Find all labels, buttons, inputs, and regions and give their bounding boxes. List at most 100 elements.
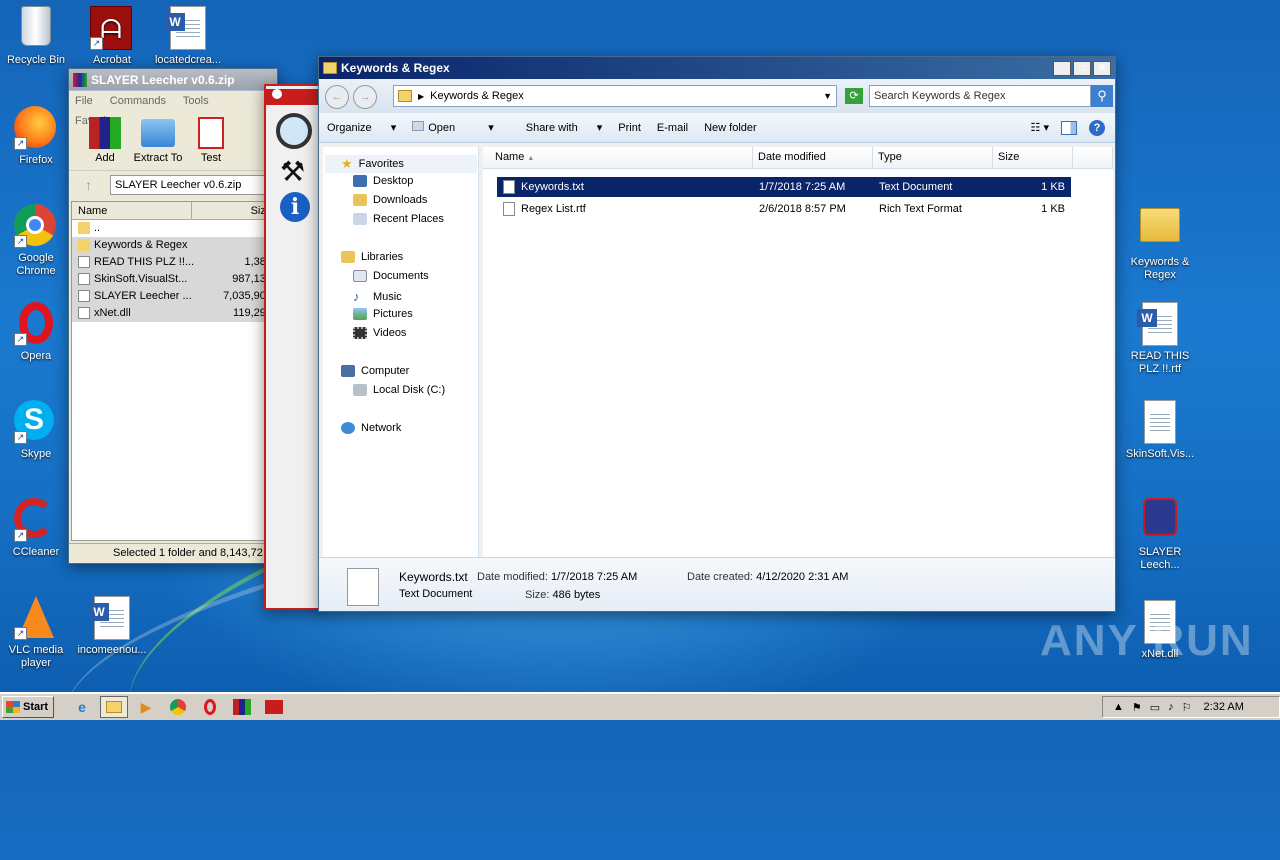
desktop-icon-recycle-bin[interactable]: Recycle Bin bbox=[0, 6, 72, 67]
back-button[interactable]: ← bbox=[325, 85, 349, 109]
chrome-taskbar-icon[interactable] bbox=[164, 696, 192, 718]
disk-icon bbox=[353, 384, 367, 396]
desktop-icon-skype[interactable]: S ↗ Skype bbox=[0, 400, 72, 461]
pictures-icon bbox=[353, 308, 367, 320]
col-name[interactable]: Name bbox=[72, 202, 192, 219]
nav-downloads[interactable]: Downloads bbox=[353, 194, 427, 206]
start-button[interactable]: Start bbox=[2, 696, 54, 718]
table-row[interactable]: SkinSoft.VisualSt... 987,136 bbox=[72, 271, 276, 288]
menu-tools[interactable]: Tools bbox=[183, 95, 209, 107]
help-icon[interactable]: ? bbox=[1089, 119, 1105, 136]
slayer-titlebar[interactable] bbox=[266, 89, 322, 105]
nav-libraries[interactable]: Libraries bbox=[341, 251, 403, 263]
winrar-path-bar: ↑ SLAYER Leecher v0.6.zip bbox=[69, 171, 277, 199]
close-button[interactable]: ✕ bbox=[1093, 60, 1111, 76]
table-row[interactable]: .. bbox=[72, 220, 276, 237]
extract-to-button[interactable]: Extract To bbox=[127, 111, 189, 170]
desktop-icon-acrobat[interactable]: ᗩ ↗ Acrobat bbox=[76, 6, 148, 67]
tray-expand-icon[interactable]: ▲ bbox=[1113, 701, 1124, 713]
up-arrow-icon[interactable]: ↑ bbox=[85, 177, 92, 193]
opera-taskbar-icon[interactable] bbox=[196, 696, 224, 718]
explorer-titlebar[interactable]: Keywords & Regex _ □ ✕ bbox=[319, 57, 1115, 79]
print-button[interactable]: Print bbox=[618, 122, 641, 134]
desktop-icon-keywords-regex[interactable]: Keywords & Regex bbox=[1124, 204, 1196, 282]
nav-documents[interactable]: Documents bbox=[353, 270, 429, 282]
nav-videos[interactable]: Videos bbox=[353, 327, 406, 339]
desktop-icon-slayer[interactable]: SLAYER Leech... bbox=[1124, 498, 1196, 572]
preview-pane-icon[interactable] bbox=[1061, 120, 1077, 135]
table-row[interactable]: SLAYER Leecher ... 7,035,904 bbox=[72, 288, 276, 305]
winrar-window[interactable]: SLAYER Leecher v0.6.zip File Commands To… bbox=[68, 68, 278, 564]
minimize-button[interactable]: _ bbox=[1053, 60, 1071, 76]
breadcrumb[interactable]: Keywords & Regex bbox=[430, 90, 524, 102]
table-row[interactable]: Keywords & Regex bbox=[72, 237, 276, 254]
nav-recent-places[interactable]: Recent Places bbox=[353, 213, 444, 225]
email-button[interactable]: E-mail bbox=[657, 122, 688, 134]
desktop-icon-vlc[interactable]: ↗ VLC media player bbox=[0, 596, 72, 670]
desktop-icon-ccleaner[interactable]: ↗ CCleaner bbox=[0, 498, 72, 559]
nav-computer[interactable]: Computer bbox=[341, 365, 409, 377]
col-type[interactable]: Type bbox=[873, 147, 993, 169]
desktop-icon-firefox[interactable]: ↗ Firefox bbox=[0, 106, 72, 167]
slayer-window[interactable]: ⚒ i bbox=[264, 84, 324, 610]
info-icon[interactable]: i bbox=[280, 192, 310, 222]
nav-pictures[interactable]: Pictures bbox=[353, 308, 413, 320]
maximize-button[interactable]: □ bbox=[1073, 60, 1091, 76]
details-modified: 1/7/2018 7:25 AM bbox=[551, 571, 638, 583]
table-row[interactable]: xNet.dll 119,296 bbox=[72, 305, 276, 322]
desktop-icon-locatedcrea[interactable]: W locatedcrea... bbox=[152, 6, 224, 67]
add-button[interactable]: Add bbox=[83, 111, 127, 170]
file-row[interactable]: Keywords.txt 1/7/2018 7:25 AM Text Documen… bbox=[497, 177, 1071, 197]
winrar-taskbar-icon[interactable] bbox=[228, 696, 256, 718]
menu-file[interactable]: File bbox=[75, 95, 93, 107]
table-row[interactable]: READ THIS PLZ !!... 1,385 bbox=[72, 254, 276, 271]
network-tray-icon[interactable]: ▭ bbox=[1150, 701, 1160, 714]
test-button[interactable]: Test bbox=[189, 111, 233, 170]
nav-desktop[interactable]: Desktop bbox=[353, 175, 413, 187]
volume-icon[interactable]: ♪ bbox=[1168, 701, 1174, 713]
desktop-icon-chrome[interactable]: ↗ Google Chrome bbox=[0, 204, 72, 278]
media-player-icon[interactable]: ▶ bbox=[132, 696, 160, 718]
search-tool-icon[interactable] bbox=[276, 113, 312, 149]
search-input[interactable]: Search Keywords & Regex bbox=[869, 85, 1091, 107]
slayer-taskbar-icon[interactable] bbox=[260, 696, 288, 718]
desktop-icon-skinsoft[interactable]: SkinSoft.Vis... bbox=[1124, 400, 1196, 461]
desktop-icon-opera[interactable]: ↗ Opera bbox=[0, 302, 72, 363]
desktop-icon-incomeenou[interactable]: W incomeenou... bbox=[76, 596, 148, 657]
share-with-button[interactable]: Share with ▾ bbox=[526, 121, 603, 134]
col-size[interactable]: Size bbox=[993, 147, 1073, 169]
chevron-down-icon[interactable]: ▼ bbox=[823, 91, 832, 101]
new-folder-button[interactable]: New folder bbox=[704, 122, 757, 134]
search-icon[interactable]: ⚲ bbox=[1091, 85, 1113, 107]
forward-button[interactable]: → bbox=[353, 85, 377, 109]
action-center-icon[interactable]: ⚑ bbox=[1132, 701, 1142, 714]
view-options-icon[interactable]: ☷ ▾ bbox=[1031, 121, 1049, 134]
flag-icon[interactable]: ⚐ bbox=[1182, 701, 1192, 714]
explorer-taskbar-icon[interactable] bbox=[100, 696, 128, 718]
clock[interactable]: 2:32 AM bbox=[1204, 701, 1244, 713]
folder-icon bbox=[141, 119, 175, 147]
file-row[interactable]: Regex List.rtf 2/6/2018 8:57 PM Rich Text … bbox=[497, 199, 1071, 219]
navigation-pane[interactable]: ★ Favorites Desktop Downloads Recent Plac… bbox=[323, 147, 479, 557]
winrar-file-list[interactable]: Name Size .. Keywords & Regex READ THIS PL… bbox=[71, 201, 277, 541]
nav-local-disk[interactable]: Local Disk (C:) bbox=[353, 384, 445, 396]
refresh-icon[interactable]: ⟳ bbox=[845, 88, 863, 104]
nav-network[interactable]: Network bbox=[341, 422, 401, 434]
desktop-icon-read-this[interactable]: W READ THIS PLZ !!.rtf bbox=[1124, 302, 1196, 376]
nav-music[interactable]: ♪ Music bbox=[353, 289, 402, 304]
menu-commands[interactable]: Commands bbox=[110, 95, 166, 107]
ie-icon[interactable]: e bbox=[68, 696, 96, 718]
open-button[interactable]: Open ▾ bbox=[412, 121, 510, 134]
address-bar[interactable]: ▶ Keywords & Regex ▼ bbox=[393, 85, 837, 107]
winrar-titlebar[interactable]: SLAYER Leecher v0.6.zip bbox=[69, 69, 277, 91]
file-list[interactable]: Name ▲ Date modified Type Size Keywords.… bbox=[483, 147, 1113, 557]
col-name[interactable]: Name ▲ bbox=[483, 147, 753, 169]
organize-button[interactable]: Organize ▾ bbox=[327, 121, 396, 134]
col-date-modified[interactable]: Date modified bbox=[753, 147, 873, 169]
path-field[interactable]: SLAYER Leecher v0.6.zip bbox=[110, 175, 277, 195]
nav-favorites[interactable]: ★ Favorites bbox=[325, 155, 477, 173]
breadcrumb-arrow-icon[interactable]: ▶ bbox=[418, 92, 424, 101]
explorer-window[interactable]: Keywords & Regex _ □ ✕ ← → ▶ Keywords & … bbox=[318, 56, 1116, 612]
details-size-label: Size: bbox=[525, 589, 550, 601]
tools-icon[interactable]: ⚒ bbox=[280, 155, 322, 188]
